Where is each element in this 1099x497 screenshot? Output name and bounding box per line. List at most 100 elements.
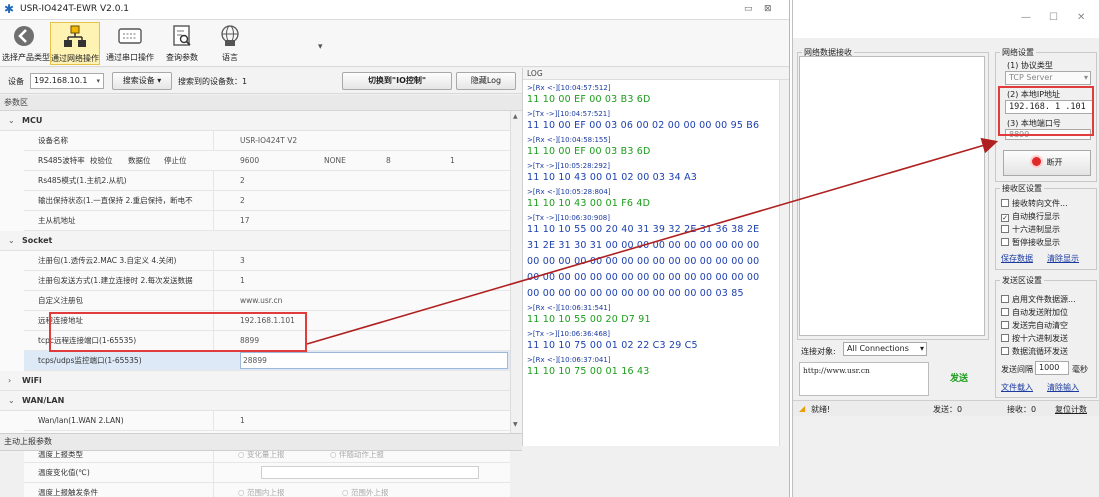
network-operate-button[interactable]: 通过网络操作 xyxy=(50,22,100,65)
window-title: USR-IO424T-EWR V2.0.1 xyxy=(20,4,130,14)
log-line-rx: 11 10 10 55 00 20 D7 91 xyxy=(527,314,651,325)
group-wifi[interactable]: › WiFi xyxy=(0,371,510,391)
language-button[interactable]: 语言 xyxy=(210,22,250,65)
found-device-count: 搜索到的设备数：1 xyxy=(178,77,248,86)
row-temp-report-type[interactable]: 温度上报类型 ○ 变化量上报 ○ 伴随动作上报 xyxy=(24,451,510,463)
search-device-button[interactable]: 搜索设备 ▾ xyxy=(112,72,172,90)
recv-text-area[interactable] xyxy=(799,56,985,336)
scroll-up-icon[interactable]: ▲ xyxy=(513,113,518,120)
param-scrollbar[interactable]: ▲ ▼ xyxy=(510,111,522,433)
close-icon[interactable]: ⊠ xyxy=(764,4,772,14)
log-line-meta: >[Tx ->][10:06:36:468] xyxy=(527,330,610,338)
globe-icon xyxy=(221,25,239,46)
keyboard-icon xyxy=(118,28,142,44)
file-source-checkbox[interactable]: 启用文件数据源... xyxy=(1001,294,1076,305)
row-output-hold[interactable]: 输出保持状态(1.一直保持 2.重启保持，断电不 2 xyxy=(24,191,510,211)
auto-wrap-checkbox[interactable]: ✓ 自动换行显示 xyxy=(1001,211,1060,222)
serial-operate-button[interactable]: 通过串口操作 xyxy=(104,22,156,65)
title-bar: ✱ USR-IO424T-EWR V2.0.1 ▭ ⊠ xyxy=(0,0,789,20)
log-line-meta: >[Rx <-][10:05:28:804] xyxy=(527,188,611,196)
chevron-down-icon: ▾ xyxy=(919,344,924,353)
minimize-icon[interactable]: ▭ xyxy=(744,4,753,14)
clear-input-link[interactable]: 清除输入 xyxy=(1047,382,1079,393)
log-line-tx: 00 00 00 00 00 00 00 00 00 00 00 00 00 0… xyxy=(527,272,760,283)
row-temp-report-trigger[interactable]: 温度上报触发条件 ○ 范围内上报 ○ 范围外上报 xyxy=(24,483,510,497)
send-text-area[interactable]: http://www.usr.cn xyxy=(799,362,929,396)
row-register-package[interactable]: 注册包(1.透传云2.MAC 3.自定义 4.关闭) 3 xyxy=(24,251,510,271)
log-scrollbar[interactable] xyxy=(779,80,789,446)
disconnect-button[interactable]: 断开 xyxy=(1003,150,1091,176)
recv-to-file-checkbox[interactable]: 接收转向文件... xyxy=(1001,198,1068,209)
chevron-down-icon: ⌄ xyxy=(8,116,15,125)
param-area-header: 参数区 xyxy=(0,95,522,111)
save-data-link[interactable]: 保存数据 xyxy=(1001,253,1033,264)
query-icon xyxy=(173,25,191,46)
row-wan-lan[interactable]: Wan/lan(1.WAN 2.LAN) 1 xyxy=(24,411,510,431)
append-bit-checkbox[interactable]: 自动发送附加位 xyxy=(1001,307,1068,318)
close-icon[interactable]: ✕ xyxy=(1077,12,1085,23)
scroll-down-icon[interactable]: ▼ xyxy=(513,421,518,428)
row-tcps-monitor-port[interactable]: tcps/udps监控端口(1-65535) 28899 xyxy=(24,351,510,371)
app-logo-icon: ✱ xyxy=(4,2,15,16)
interval-unit: 毫秒 xyxy=(1072,365,1088,374)
loop-send-checkbox[interactable]: 数据流循环发送 xyxy=(1001,346,1068,357)
log-line-tx: 00 00 00 00 00 00 00 00 00 00 00 00 00 0… xyxy=(527,256,760,267)
radio-out-range[interactable]: ○ 范围外上报 xyxy=(342,483,388,497)
device-bar: 设备 192.168.10.1 ▾ 搜索设备 ▾ 搜索到的设备数：1 切换到"IO… xyxy=(0,68,522,94)
chevron-right-icon: › xyxy=(8,376,12,385)
active-report-header: 主动上报参数 xyxy=(0,433,522,451)
auto-clear-checkbox[interactable]: 发送完自动清空 xyxy=(1001,320,1068,331)
row-slave-address[interactable]: 主从机地址 17 xyxy=(24,211,510,231)
group-socket[interactable]: ⌄ Socket xyxy=(0,231,510,251)
temp-change-input[interactable] xyxy=(261,466,479,479)
chevron-down-icon: ⌄ xyxy=(8,396,15,405)
circle-arrow-icon xyxy=(14,26,34,46)
log-line-rx: 11 10 10 43 00 01 F6 4D xyxy=(527,198,651,209)
radio-in-range[interactable]: ○ 范围内上报 xyxy=(238,483,284,497)
hex-display-checkbox[interactable]: 十六进制显示 xyxy=(1001,224,1060,235)
log-line-meta: >[Rx <-][10:06:31:541] xyxy=(527,304,611,312)
reset-count-link[interactable]: 复位计数 xyxy=(1055,404,1087,415)
log-line-tx: 00 00 00 00 00 00 00 00 00 00 00 00 03 8… xyxy=(527,288,744,299)
pause-display-checkbox[interactable]: 暂停接收显示 xyxy=(1001,237,1060,248)
select-product-button[interactable]: 选择产品类型 xyxy=(2,22,50,65)
conn-target-select[interactable]: All Connections ▾ xyxy=(843,342,927,356)
local-settings-highlight xyxy=(998,86,1094,136)
ready-icon: ◢ xyxy=(799,404,806,413)
file-load-link[interactable]: 文件载入 xyxy=(1001,382,1033,393)
clear-display-link[interactable]: 清除显示 xyxy=(1047,253,1079,264)
minimize-icon[interactable]: — xyxy=(1021,12,1031,23)
radio-follow-report[interactable]: ○ 伴随动作上报 xyxy=(330,451,384,462)
network-icon xyxy=(64,25,86,47)
group-wan-lan[interactable]: ⌄ WAN/LAN xyxy=(0,391,510,411)
device-select[interactable]: 192.168.10.1 ▾ xyxy=(30,73,104,89)
switch-io-control-button[interactable]: 切换到"IO控制" xyxy=(342,72,452,90)
row-rs485[interactable]: RS485波特率 校验位 数据位 停止位 9600 NONE 8 1 xyxy=(24,151,510,171)
group-mcu[interactable]: ⌄ MCU xyxy=(0,111,510,131)
log-line-meta: >[Tx ->][10:04:57:521] xyxy=(527,110,610,118)
send-button[interactable]: 发送 xyxy=(933,362,985,396)
status-ready: 就绪! xyxy=(811,405,831,414)
row-temp-change-value[interactable]: 温度变化值(℃) xyxy=(24,463,510,483)
conn-target-label: 连接对象: xyxy=(801,347,836,356)
interval-input[interactable]: 1000 xyxy=(1035,361,1069,375)
query-params-button[interactable]: 查询参数 xyxy=(160,22,204,65)
hex-send-checkbox[interactable]: 按十六进制发送 xyxy=(1001,333,1068,344)
log-line-meta: >[Rx <-][10:06:37:041] xyxy=(527,356,611,364)
maximize-icon[interactable]: ☐ xyxy=(1049,12,1058,23)
log-header: LOG xyxy=(523,68,789,80)
row-custom-register[interactable]: 自定义注册包 www.usr.cn xyxy=(24,291,510,311)
radio-change-report[interactable]: ○ 变化量上报 xyxy=(238,451,284,462)
row-device-name[interactable]: 设备名称 USR-IO424T V2 xyxy=(24,131,510,151)
status-dot-icon xyxy=(1031,157,1041,166)
log-line-tx: 11 10 10 43 00 01 02 00 03 34 A3 xyxy=(527,172,698,183)
row-rs485-mode[interactable]: Rs485模式(1.主机2.从机) 2 xyxy=(24,171,510,191)
hide-log-button[interactable]: 隐藏Log xyxy=(456,72,516,90)
row-register-send-mode[interactable]: 注册包发送方式(1.建立连接时 2.每次发送数据 1 xyxy=(24,271,510,291)
log-line-tx: 11 10 10 75 00 01 02 22 C3 29 C5 xyxy=(527,340,698,351)
protocol-select[interactable]: TCP Server ▾ xyxy=(1005,71,1091,85)
net-status-bar: ◢ 就绪! 发送：0 接收：0 复位计数 xyxy=(793,400,1099,416)
toolbar-more-icon[interactable]: ▾ xyxy=(318,42,323,52)
log-line-meta: >[Rx <-][10:04:58:155] xyxy=(527,136,611,144)
status-send-count: 发送：0 xyxy=(933,405,963,414)
